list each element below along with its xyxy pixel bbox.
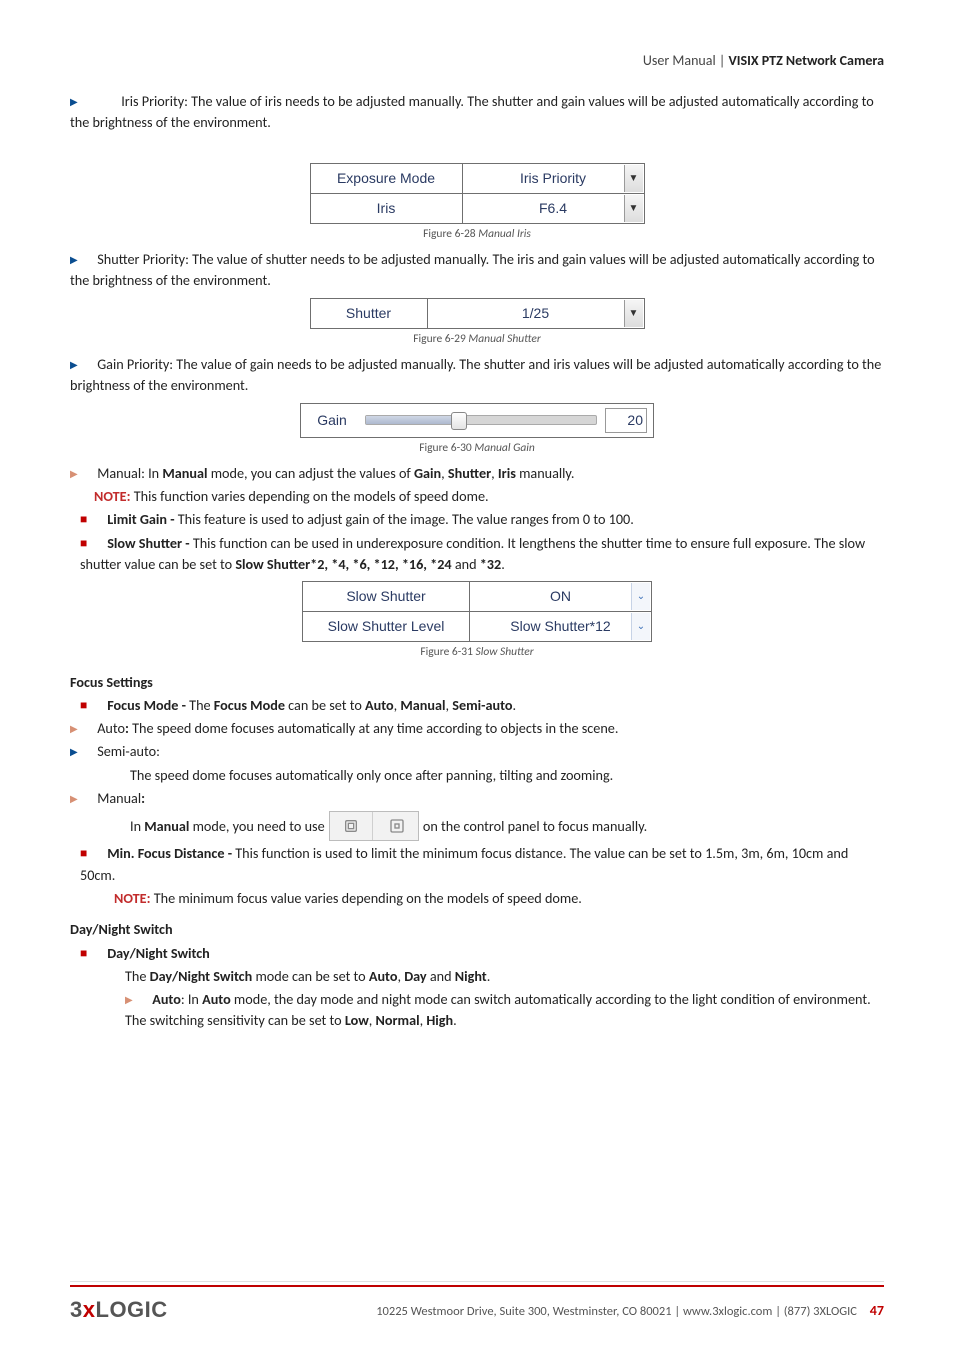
focus-far-button[interactable] (376, 812, 418, 840)
focus-buttons (329, 811, 419, 841)
gain-slider-row: Gain 20 (300, 403, 654, 438)
chevron-down-icon: ▼ (624, 300, 643, 327)
item-gain-priority: Gain Priority: The value of gain needs t… (70, 354, 884, 397)
shutter-table: Shutter 1/25 ▼ (310, 298, 645, 329)
focus-far-icon (389, 818, 405, 834)
item-focus-semi-auto: Semi-auto: (70, 741, 884, 762)
header-product: VISIX PTZ Network Camera (728, 52, 884, 69)
page-number: 47 (870, 1302, 884, 1319)
item-shutter-priority: Shutter Priority: The value of shutter n… (70, 249, 884, 292)
logo-3xlogic: 3xLOGIC (70, 1297, 168, 1323)
slow-shutter-level-label: Slow Shutter Level (303, 612, 470, 642)
item-slow-shutter: Slow Shutter - This function can be used… (80, 533, 884, 576)
exposure-mode-label: Exposure Mode (310, 163, 462, 193)
heading-day-night: Day/Night Switch (70, 919, 884, 940)
exposure-mode-dropdown[interactable]: Iris Priority ▼ (462, 163, 644, 193)
figure-manual-shutter: Shutter 1/25 ▼ (70, 298, 884, 329)
text-day-night-modes: The Day/Night Switch mode can be set to … (125, 966, 884, 987)
gain-label: Gain (307, 410, 357, 431)
slow-shutter-label: Slow Shutter (303, 582, 470, 612)
item-limit-gain: Limit Gain - This feature is used to adj… (80, 509, 884, 530)
note-min-focus: NOTE: The minimum focus value varies dep… (114, 888, 884, 909)
iris-label: Iris (310, 193, 462, 223)
exposure-mode-table: Exposure Mode Iris Priority ▼ Iris F6.4 … (310, 163, 645, 224)
slow-shutter-level-dropdown[interactable]: Slow Shutter*12 ⌄ (470, 612, 652, 642)
shutter-dropdown[interactable]: 1/25 ▼ (427, 298, 644, 328)
slow-shutter-table: Slow Shutter ON ⌄ Slow Shutter Level Slo… (302, 581, 652, 642)
item-manual: Manual: In Manual mode, you can adjust t… (70, 463, 884, 484)
gain-value: 20 (605, 408, 647, 433)
item-day-night-auto: Auto: In Auto mode, the day mode and nig… (125, 989, 884, 1032)
text-focus-semi-auto: The speed dome focuses automatically onl… (130, 765, 884, 786)
item-min-focus-distance: Min. Focus Distance - This function is u… (80, 843, 884, 886)
item-focus-manual: Manual: (70, 788, 884, 809)
chevron-down-icon: ▼ (624, 165, 643, 192)
caption-manual-iris: Figure 6-28 Manual Iris (70, 226, 884, 243)
focus-near-icon (343, 818, 359, 834)
heading-focus-settings: Focus Settings (70, 672, 884, 693)
slider-handle-icon[interactable] (451, 412, 467, 430)
gain-slider[interactable] (365, 415, 597, 425)
caption-slow-shutter: Figure 6-31 Slow Shutter (70, 644, 884, 661)
figure-slow-shutter: Slow Shutter ON ⌄ Slow Shutter Level Slo… (70, 581, 884, 642)
item-focus-mode: Focus Mode - The Focus Mode can be set t… (80, 695, 884, 716)
item-focus-auto: Auto: The speed dome focuses automatical… (70, 718, 884, 739)
footer-address: 10225 Westmoor Drive, Suite 300, Westmin… (376, 1304, 857, 1319)
shutter-label: Shutter (310, 298, 427, 328)
item-iris-priority: Iris Priority: The value of iris needs t… (70, 91, 884, 134)
header-prefix: User Manual (643, 52, 716, 69)
caption-manual-shutter: Figure 6-29 Manual Shutter (70, 331, 884, 348)
focus-near-button[interactable] (330, 812, 373, 840)
figure-manual-gain: Gain 20 (70, 403, 884, 438)
chevron-down-icon: ▼ (624, 195, 643, 222)
caption-manual-gain: Figure 6-30 Manual Gain (70, 440, 884, 457)
item-day-night-switch: Day/Night Switch (80, 943, 884, 964)
chevron-down-icon: ⌄ (631, 613, 650, 640)
page-header: User Manual | VISIX PTZ Network Camera (70, 50, 884, 71)
slow-shutter-dropdown[interactable]: ON ⌄ (470, 582, 652, 612)
chevron-down-icon: ⌄ (631, 583, 650, 610)
text-focus-manual: In Manual mode, you need to use on the c… (130, 811, 884, 841)
figure-manual-iris: Exposure Mode Iris Priority ▼ Iris F6.4 … (70, 163, 884, 224)
iris-dropdown[interactable]: F6.4 ▼ (462, 193, 644, 223)
page-footer: 3xLOGIC 10225 Westmoor Drive, Suite 300,… (0, 1281, 954, 1323)
note-manual: NOTE: This function varies depending on … (70, 486, 884, 507)
